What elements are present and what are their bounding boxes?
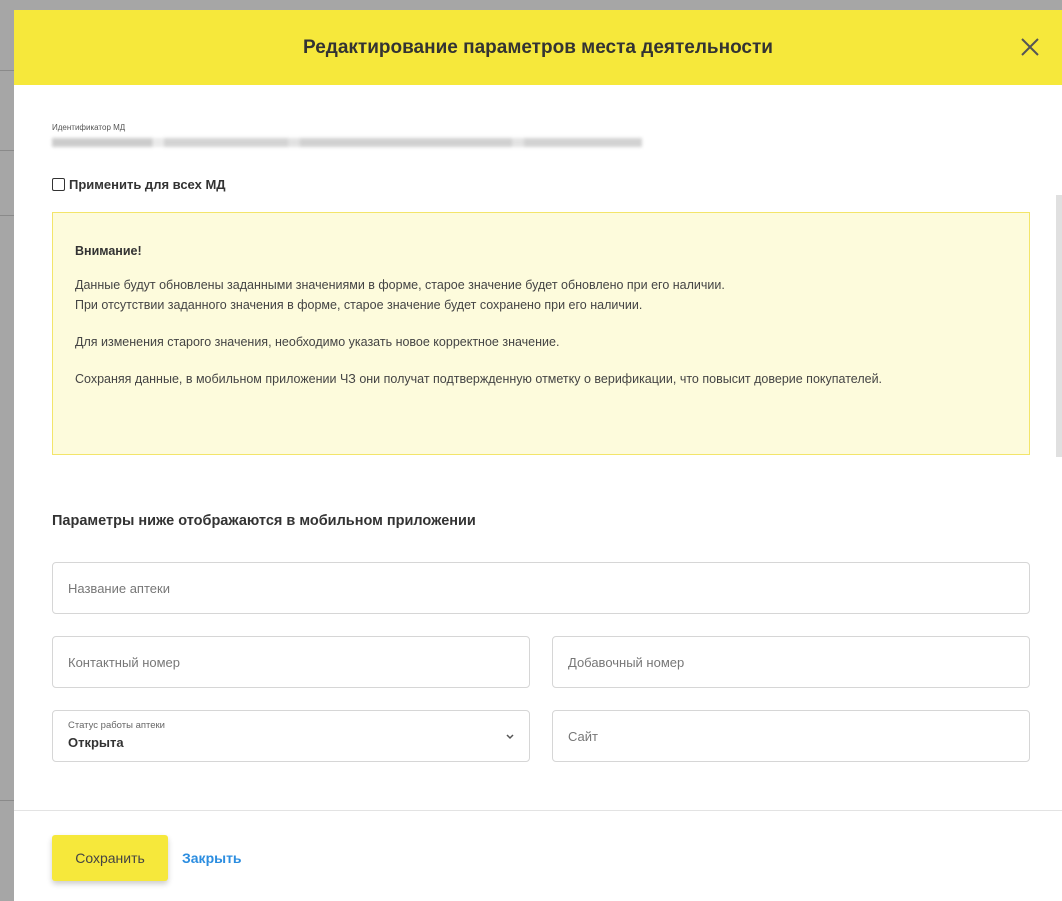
- section-title: Параметры ниже отображаются в мобильном …: [52, 513, 476, 529]
- alert-title: Внимание!: [75, 244, 142, 258]
- place-id-label: Идентификатор МД: [52, 123, 126, 132]
- modal-header: Редактирование параметров места деятельн…: [14, 10, 1062, 85]
- alert-text: Для изменения старого значения, необходи…: [75, 335, 560, 349]
- modal-body: Идентификатор МД Применить для всех МД В…: [14, 85, 1062, 529]
- apply-all-row: Применить для всех МД: [52, 177, 1044, 192]
- close-link[interactable]: Закрыть: [182, 850, 242, 866]
- alert-text: Сохраняя данные, в мобильном приложении …: [75, 372, 883, 386]
- save-button[interactable]: Сохранить: [52, 835, 168, 881]
- chevron-down-icon: [506, 734, 514, 740]
- scrollbar-thumb[interactable]: [1056, 195, 1062, 457]
- alert-text: Данные будут обновлены заданными значени…: [75, 278, 725, 292]
- alert-text: При отсутствии заданного значения в форм…: [75, 298, 643, 312]
- background-divider: [0, 150, 14, 151]
- contact-phone-input[interactable]: Контактный номер: [52, 636, 530, 688]
- pharmacy-name-placeholder: Название аптеки: [68, 581, 170, 596]
- apply-all-checkbox[interactable]: [52, 178, 65, 191]
- status-value: Открыта: [68, 735, 124, 750]
- background-divider: [0, 215, 14, 216]
- modal-title: Редактирование параметров места деятельн…: [303, 36, 773, 58]
- warning-alert: Внимание! Данные будут обновлены заданны…: [52, 212, 1030, 455]
- apply-all-label[interactable]: Применить для всех МД: [69, 177, 226, 192]
- contact-phone-placeholder: Контактный номер: [68, 655, 181, 670]
- status-label: Статус работы аптеки: [68, 720, 165, 731]
- close-icon[interactable]: [1018, 35, 1042, 59]
- extension-placeholder: Добавочный номер: [568, 655, 685, 670]
- site-input[interactable]: Сайт: [552, 710, 1030, 762]
- background-divider: [0, 800, 14, 801]
- place-id-value-redacted: [52, 138, 642, 147]
- site-placeholder: Сайт: [568, 729, 598, 744]
- modal-footer: Сохранить Закрыть: [14, 810, 1062, 901]
- status-select[interactable]: Статус работы аптеки Открыта: [52, 710, 530, 762]
- background-divider: [0, 70, 14, 71]
- pharmacy-name-input[interactable]: Название аптеки: [52, 562, 1030, 614]
- extension-input[interactable]: Добавочный номер: [552, 636, 1030, 688]
- edit-place-modal: Редактирование параметров места деятельн…: [14, 10, 1062, 901]
